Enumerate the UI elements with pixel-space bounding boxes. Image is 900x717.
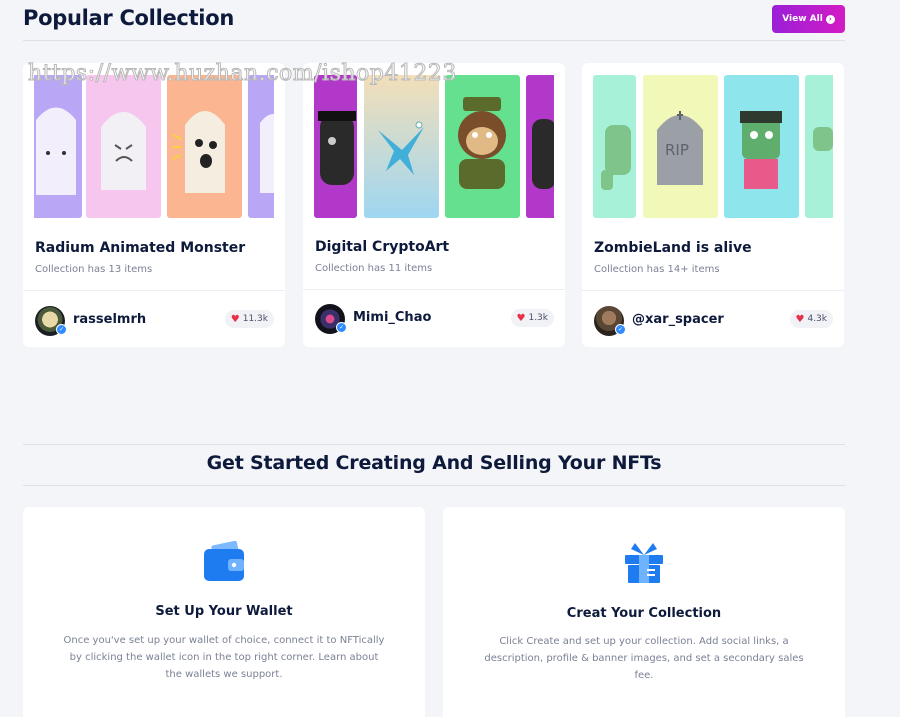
verified-icon: ✓: [56, 324, 67, 335]
divider: [23, 40, 845, 41]
step-description: Click Create and set up your collection.…: [484, 636, 804, 681]
collection-thumbnails: RIP: [593, 75, 833, 218]
card-divider: [582, 290, 844, 291]
collection-card[interactable]: Radium Animated Monster Collection has 1…: [23, 63, 285, 347]
thumbnail-image: [805, 75, 833, 218]
collection-name[interactable]: Radium Animated Monster: [35, 240, 245, 256]
thumbnail-image: [34, 75, 82, 218]
collection-card[interactable]: Digital CryptoArt Collection has 11 item…: [303, 63, 565, 347]
collection-thumbnails: [34, 75, 274, 218]
heart-icon: ♥: [230, 313, 240, 325]
thumbnail-image: [724, 75, 799, 218]
owner-name[interactable]: @xar_spacer: [632, 312, 724, 327]
collection-card[interactable]: RIP ZombieLand is alive Collection has 1…: [582, 63, 844, 347]
heart-icon: ♥: [516, 312, 526, 324]
thumbnail-image: [526, 75, 554, 218]
step-card: Set Up Your Wallet Once you've set up yo…: [23, 507, 425, 717]
wallet-icon: [202, 540, 246, 587]
likes-count: 11.3k: [242, 314, 268, 324]
step-card: Creat Your Collection Click Create and s…: [443, 507, 845, 717]
popular-collection-title: Popular Collection: [23, 6, 234, 30]
get-started-title: Get Started Creating And Selling Your NF…: [206, 452, 662, 474]
step-title: Set Up Your Wallet: [155, 604, 293, 619]
card-divider: [23, 290, 285, 291]
likes-count: 4.3k: [807, 314, 827, 324]
thumbnail-image: [86, 75, 161, 218]
thumbnail-image: [445, 75, 520, 218]
view-all-label: View All: [782, 14, 823, 24]
divider: [23, 444, 845, 445]
collection-name[interactable]: Digital CryptoArt: [315, 239, 449, 255]
svg-text:RIP: RIP: [665, 141, 689, 159]
collection-item-count: Collection has 14+ items: [594, 264, 720, 275]
thumbnail-image: [364, 75, 439, 218]
collection-item-count: Collection has 13 items: [35, 264, 153, 275]
thumbnail-image: RIP: [643, 75, 718, 218]
step-description: Once you've set up your wallet of choice…: [63, 635, 385, 680]
collection-name[interactable]: ZombieLand is alive: [594, 240, 752, 256]
thumbnail-image: [248, 75, 274, 218]
owner-name[interactable]: Mimi_Chao: [353, 310, 431, 325]
collection-thumbnails: [314, 75, 554, 218]
likes-badge[interactable]: ♥ 1.3k: [510, 309, 554, 327]
step-title: Creat Your Collection: [566, 606, 722, 621]
likes-badge[interactable]: ♥ 11.3k: [224, 310, 274, 328]
card-divider: [303, 289, 565, 290]
view-all-button[interactable]: View All ›: [772, 5, 845, 33]
divider: [23, 485, 845, 486]
collection-item-count: Collection has 11 items: [315, 263, 433, 274]
likes-count: 1.3k: [528, 313, 548, 323]
thumbnail-image: [167, 75, 242, 218]
owner-name[interactable]: rasselmrh: [73, 312, 146, 327]
verified-icon: ✓: [336, 322, 347, 333]
likes-badge[interactable]: ♥ 4.3k: [789, 310, 833, 328]
verified-icon: ✓: [615, 324, 626, 335]
gift-box-icon: [623, 541, 665, 589]
thumbnail-image: [314, 75, 357, 218]
heart-icon: ♥: [795, 313, 805, 325]
thumbnail-image: [593, 75, 636, 218]
arrow-right-circle-icon: ›: [825, 14, 835, 24]
